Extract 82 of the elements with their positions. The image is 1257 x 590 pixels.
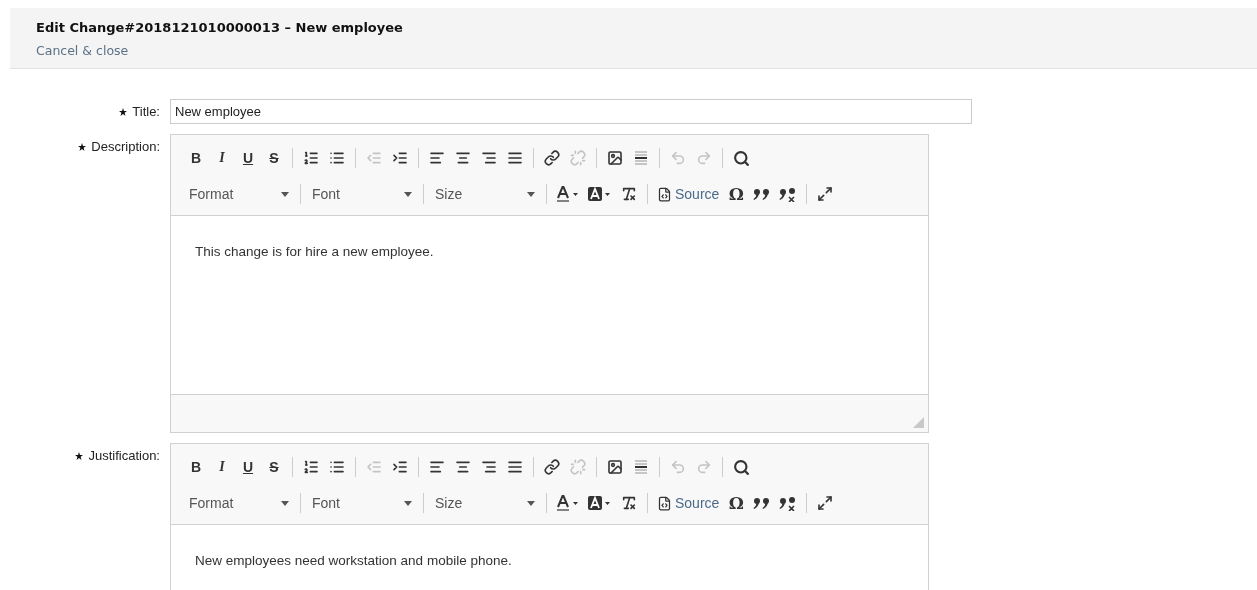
search-icon — [732, 458, 750, 476]
image-icon — [607, 150, 623, 166]
redo-arrow-icon — [696, 459, 712, 475]
toolbar-button[interactable]: Ω — [723, 490, 750, 516]
quote-marks-icon — [753, 495, 772, 511]
dropdown[interactable]: Format — [183, 181, 295, 207]
align-left-icon — [429, 150, 445, 166]
editor-text: This change is for hire a new employee. — [195, 244, 435, 259]
align-right-icon — [481, 150, 497, 166]
toolbar-button[interactable]: Source — [653, 490, 724, 516]
indent-icon — [392, 459, 408, 475]
caret-icon — [527, 191, 535, 197]
indent-icon — [392, 150, 408, 166]
editor-content[interactable]: New employees need workstation and mobile phone. — [171, 525, 928, 590]
document-icon — [657, 186, 672, 202]
link-icon — [544, 459, 560, 475]
align-justify-icon — [507, 150, 523, 166]
maximize-icon — [817, 495, 834, 511]
numbered-list-icon — [303, 150, 319, 166]
caret-icon — [281, 500, 289, 506]
page-title: Edit Change#2018121010000013 – New employee — [36, 20, 404, 35]
dropdown[interactable]: Size — [429, 490, 541, 516]
background-color-icon — [588, 186, 612, 202]
link-icon — [544, 150, 560, 166]
required-star-icon — [78, 142, 87, 151]
horizontal-rule-icon — [633, 459, 649, 475]
toolbar-button[interactable]: U — [235, 145, 261, 171]
caret-icon — [404, 500, 412, 506]
align-center-icon — [455, 459, 471, 475]
outdent-icon — [366, 459, 382, 475]
align-justify-icon — [507, 459, 523, 475]
cancel-link[interactable]: Cancel & close — [36, 43, 129, 58]
unlink-icon — [570, 459, 586, 475]
field-label: Description: — [91, 139, 160, 154]
undo-arrow-icon — [670, 459, 686, 475]
toolbar-button[interactable]: Ω — [723, 181, 750, 207]
clear-format-icon — [621, 495, 637, 511]
toolbar-button[interactable]: B — [183, 145, 209, 171]
caret-icon — [527, 500, 535, 506]
quote-remove-icon — [779, 495, 798, 511]
caret-icon — [404, 191, 412, 197]
caret-icon — [281, 191, 289, 197]
background-color-icon — [588, 495, 612, 511]
toolbar-button[interactable]: U — [235, 454, 261, 480]
required-star-icon — [119, 107, 128, 116]
field-label: Title: — [132, 104, 160, 119]
field-label: Justification: — [88, 448, 160, 463]
text-color-icon — [556, 186, 580, 202]
numbered-list-icon — [303, 459, 319, 475]
image-icon — [607, 459, 623, 475]
toolbar-button[interactable]: S — [261, 145, 287, 171]
search-icon — [732, 149, 750, 167]
toolbar-button[interactable]: S — [261, 454, 287, 480]
toolbar-button[interactable]: B — [183, 454, 209, 480]
title-input[interactable]: New employee — [170, 99, 972, 124]
clear-format-icon — [621, 186, 637, 202]
align-center-icon — [455, 150, 471, 166]
document-icon — [657, 495, 672, 511]
horizontal-rule-icon — [633, 150, 649, 166]
toolbar-button[interactable]: Source — [653, 181, 724, 207]
bulleted-list-icon — [329, 459, 345, 475]
redo-arrow-icon — [696, 150, 712, 166]
dropdown[interactable]: Font — [306, 490, 418, 516]
dropdown[interactable]: Size — [429, 181, 541, 207]
toolbar-button[interactable]: I — [209, 454, 235, 480]
align-left-icon — [429, 459, 445, 475]
align-right-icon — [481, 459, 497, 475]
resize-handle-icon[interactable] — [913, 417, 924, 428]
editor-text: New employees need workstation and mobile phone. — [195, 553, 513, 568]
required-star-icon — [75, 451, 84, 460]
maximize-icon — [817, 186, 834, 202]
undo-arrow-icon — [670, 150, 686, 166]
unlink-icon — [570, 150, 586, 166]
dropdown[interactable]: Format — [183, 490, 295, 516]
editor-content[interactable]: This change is for hire a new employee. — [171, 216, 928, 394]
quote-marks-icon — [753, 186, 772, 202]
quote-remove-icon — [779, 186, 798, 202]
bulleted-list-icon — [329, 150, 345, 166]
outdent-icon — [366, 150, 382, 166]
toolbar-button[interactable]: I — [209, 145, 235, 171]
dropdown[interactable]: Font — [306, 181, 418, 207]
text-color-icon — [556, 495, 580, 511]
